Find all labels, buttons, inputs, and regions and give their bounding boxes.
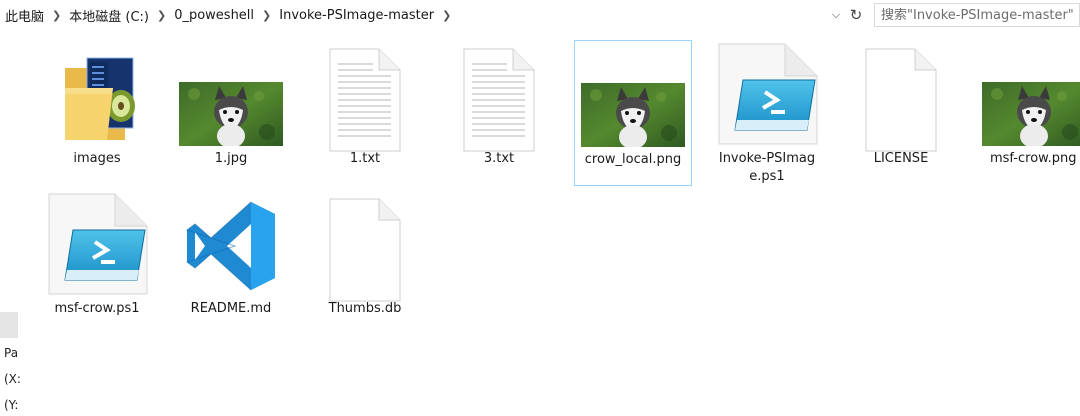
file-name: msf-crow.ps1 [54,301,140,316]
nav-text: Pa [4,346,19,360]
nav-text: (Y: [4,398,19,412]
vscode-icon [185,201,275,291]
search-input[interactable] [881,7,1079,23]
powershell-script-icon [715,42,819,146]
breadcrumb-this-pc[interactable]: 此电脑 [2,6,47,25]
chevron-right-icon[interactable]: ❯ [152,9,171,22]
blank-file-icon [865,48,937,152]
file-name: crow_local.png [584,152,682,167]
nav-selected-item[interactable] [0,312,18,338]
file-item-msf-crow-ps1[interactable]: msf-crow.ps1 [38,190,156,336]
search-box[interactable] [874,3,1080,27]
chevron-right-icon[interactable]: ❯ [437,9,456,22]
file-name: LICENSE [873,151,929,166]
folder-icon [65,57,135,140]
chevron-right-icon[interactable]: ❯ [47,9,66,22]
powershell-script-icon [45,192,149,296]
image-thumbnail [982,82,1080,146]
file-item-invoke-psimage-ps1[interactable]: Invoke-PSImage.ps1 [708,40,826,186]
image-thumbnail [581,83,685,147]
blank-file-icon [329,198,401,302]
file-name: Invoke-PSImage.ps1 [718,151,816,184]
file-item-1-txt[interactable]: 1.txt [306,40,424,186]
address-bar[interactable]: 此电脑 ❯ 本地磁盘 (C:) ❯ 0_poweshell ❯ Invoke-P… [0,0,1080,30]
file-item-license[interactable]: LICENSE [842,40,960,186]
breadcrumb-current-folder[interactable]: Invoke-PSImage-master [276,8,437,23]
file-name: 3.txt [483,151,515,166]
file-name: 1.jpg [214,151,248,166]
breadcrumb-folder-poweshell[interactable]: 0_poweshell [171,8,257,23]
refresh-icon[interactable]: ↻ [846,5,866,25]
chevron-right-icon[interactable]: ❯ [257,9,276,22]
file-name: msf-crow.png [990,151,1077,166]
file-item-1-jpg[interactable]: 1.jpg [172,40,290,186]
image-thumbnail [179,82,283,146]
file-item-msf-crow-png[interactable]: msf-crow.png [976,40,1080,186]
file-name: images [73,151,121,166]
breadcrumb-local-disk[interactable]: 本地磁盘 (C:) [66,6,152,25]
file-item-images[interactable]: images [38,40,156,186]
text-file-icon [463,48,535,152]
file-name: README.md [190,301,272,316]
file-item-readme-md[interactable]: README.md [172,190,290,336]
navigation-pane[interactable]: Pa (X: (Y: [0,30,20,416]
file-item-3-txt[interactable]: 3.txt [440,40,558,186]
file-name: Thumbs.db [328,301,402,316]
nav-text: (X: [4,372,20,386]
breadcrumb: 此电脑 ❯ 本地磁盘 (C:) ❯ 0_poweshell ❯ Invoke-P… [2,6,456,25]
chevron-down-icon[interactable]: ⌵ [828,6,844,24]
file-item-crow-local-png[interactable]: crow_local.png [574,40,692,186]
file-name: 1.txt [349,151,381,166]
file-item-thumbs-db[interactable]: Thumbs.db [306,190,424,336]
text-file-icon [329,48,401,152]
